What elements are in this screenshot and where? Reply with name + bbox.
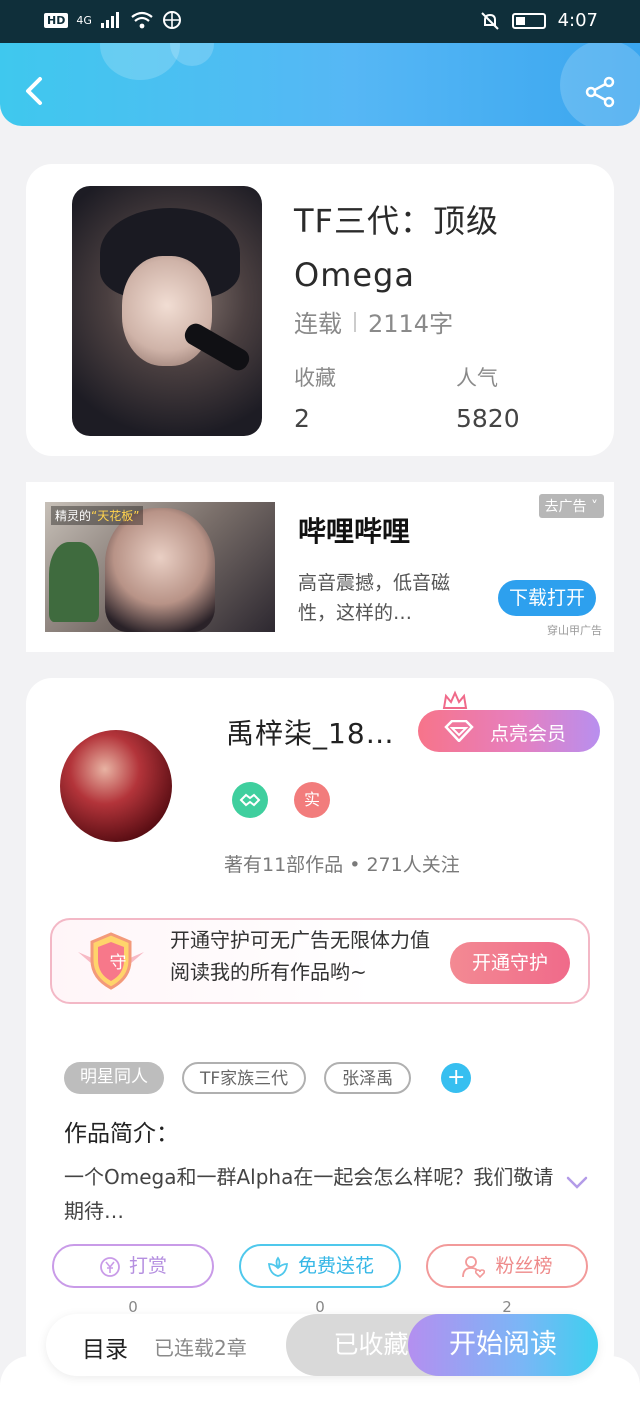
tag-zhang-zeyu[interactable]: 张泽禹 (324, 1062, 412, 1094)
hd-indicator: HD (44, 12, 69, 28)
mute-icon (480, 11, 499, 30)
clock: 4:07 (557, 10, 598, 31)
tag-list: 明星同人 TF家族三代 张泽禹 + (64, 1062, 472, 1094)
tag-star-fanfic[interactable]: 明星同人 (64, 1062, 164, 1094)
guard-icon-char: 守 (109, 953, 127, 973)
flower-icon (267, 1255, 288, 1277)
remove-ad-button[interactable]: 去广告 ˅ (538, 494, 604, 518)
send-flower-button[interactable]: 免费送花 (239, 1244, 401, 1288)
diamond-icon (444, 720, 474, 742)
intro-text: 一个Omega和一群Alpha在一起会怎么样呢？我们敬请期待… (64, 1165, 554, 1223)
user-heart-icon (462, 1255, 486, 1278)
author-card: 禹梓柒_18… 点亮会员 实 著有11部作品 • 271人关注 守 开通守护可无… (26, 678, 614, 1378)
favorites-value: 2 (294, 404, 310, 433)
intro-label: 作品简介： (64, 1121, 179, 1147)
author-stats: 著有11部作品 • 271人关注 (224, 854, 460, 876)
basketball-icon (162, 11, 181, 29)
guard-text: 开通守护可无广告无限体力值阅读我的所有作品哟~ (170, 928, 430, 984)
author-name[interactable]: 禹梓柒_18… (226, 712, 395, 752)
open-guard-button[interactable]: 开通守护 (450, 942, 570, 984)
ad-description: 高音震撼，低音磁性，这样的… (298, 572, 451, 624)
book-cover[interactable] (72, 186, 262, 436)
chevron-down-icon[interactable] (566, 1176, 588, 1190)
add-tag-button[interactable]: + (441, 1063, 472, 1093)
tip-button[interactable]: 打赏 (52, 1244, 214, 1288)
author-avatar[interactable] (60, 730, 172, 842)
book-meta: 连载 2114字 (294, 304, 453, 339)
ad-image[interactable]: 精灵的“天花板” (45, 502, 275, 632)
favorites-label: 收藏 (294, 366, 336, 390)
start-reading-button[interactable]: 开始阅读 (408, 1314, 598, 1376)
back-icon[interactable] (22, 76, 48, 106)
tag-tf-family[interactable]: TF家族三代 (182, 1062, 307, 1094)
handshake-badge-icon[interactable] (232, 782, 268, 818)
network-indicator: 4G (76, 13, 92, 27)
real-name-badge[interactable]: 实 (294, 782, 330, 818)
word-count: 2114字 (368, 310, 454, 338)
ad-download-button[interactable]: 下载打开 (498, 580, 596, 616)
yen-icon (100, 1256, 120, 1277)
chapters-count: 已连载2章 (154, 1336, 247, 1360)
fan-ranking-button[interactable]: 粉丝榜 (426, 1244, 588, 1288)
status-bar: HD 4G 4:07 (0, 0, 640, 43)
ad-image-caption: 精灵的“天花板” (51, 506, 144, 525)
wifi-icon (131, 11, 153, 29)
book-info-card: TF三代：顶级Omega 连载 2114字 收藏 2 人气 5820 (26, 164, 614, 456)
catalog-button[interactable]: 目录 (82, 1330, 128, 1364)
ad-banner[interactable]: 精灵的“天花板” 哔哩哔哩 高音震撼，低音磁性，这样的… 去广告 ˅ 下载打开 … (26, 482, 614, 652)
bottom-action-bar: 目录 已连载2章 已收藏 开始阅读 (46, 1314, 598, 1376)
book-status: 连载 (294, 310, 342, 338)
crown-icon (442, 690, 468, 709)
battery-icon (511, 12, 546, 29)
popularity-label: 人气 (456, 366, 498, 390)
meta-divider (354, 311, 356, 332)
ad-title: 哔哩哔哩 (298, 515, 411, 548)
share-icon[interactable] (584, 76, 616, 108)
signal-icon (100, 12, 119, 28)
book-title: TF三代：顶级Omega (294, 202, 499, 294)
vip-button[interactable]: 点亮会员 (418, 710, 600, 752)
popularity-value: 5820 (456, 404, 520, 433)
guard-banner[interactable]: 守 开通守护可无广告无限体力值阅读我的所有作品哟~ 开通守护 (50, 918, 590, 1004)
ad-source: 穿山甲广告 (547, 624, 602, 637)
